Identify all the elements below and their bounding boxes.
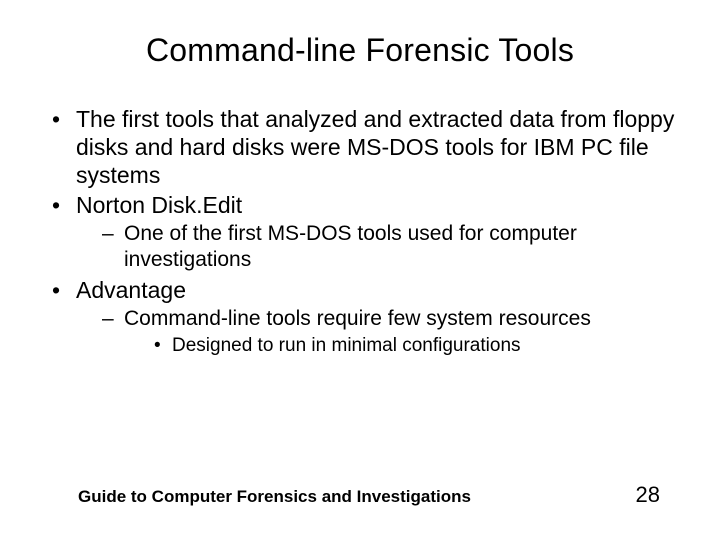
- bullet-text: Norton Disk.Edit: [76, 192, 242, 218]
- bullet-text: Advantage: [76, 277, 186, 303]
- sub-bullet-item: One of the first MS-DOS tools used for c…: [96, 221, 684, 274]
- sub-bullet-list: One of the first MS-DOS tools used for c…: [76, 221, 684, 274]
- slide-footer: Guide to Computer Forensics and Investig…: [78, 482, 660, 508]
- bullet-list: The first tools that analyzed and extrac…: [36, 105, 684, 358]
- page-number: 28: [636, 482, 660, 508]
- sub-bullet-list: Command-line tools require few system re…: [76, 306, 684, 358]
- bullet-item: Advantage Command-line tools require few…: [44, 276, 684, 358]
- sub-bullet-item: Command-line tools require few system re…: [96, 306, 684, 358]
- subsub-bullet-list: Designed to run in minimal configuration…: [124, 334, 684, 358]
- sub-bullet-text: One of the first MS-DOS tools used for c…: [124, 222, 577, 271]
- footer-title: Guide to Computer Forensics and Investig…: [78, 487, 471, 507]
- slide-title: Command-line Forensic Tools: [36, 32, 684, 69]
- subsub-bullet-text: Designed to run in minimal configuration…: [172, 335, 521, 356]
- slide: Command-line Forensic Tools The first to…: [0, 0, 720, 540]
- bullet-text: The first tools that analyzed and extrac…: [76, 106, 674, 188]
- sub-bullet-text: Command-line tools require few system re…: [124, 307, 591, 330]
- bullet-item: Norton Disk.Edit One of the first MS-DOS…: [44, 191, 684, 274]
- bullet-item: The first tools that analyzed and extrac…: [44, 105, 684, 189]
- subsub-bullet-item: Designed to run in minimal configuration…: [150, 334, 684, 358]
